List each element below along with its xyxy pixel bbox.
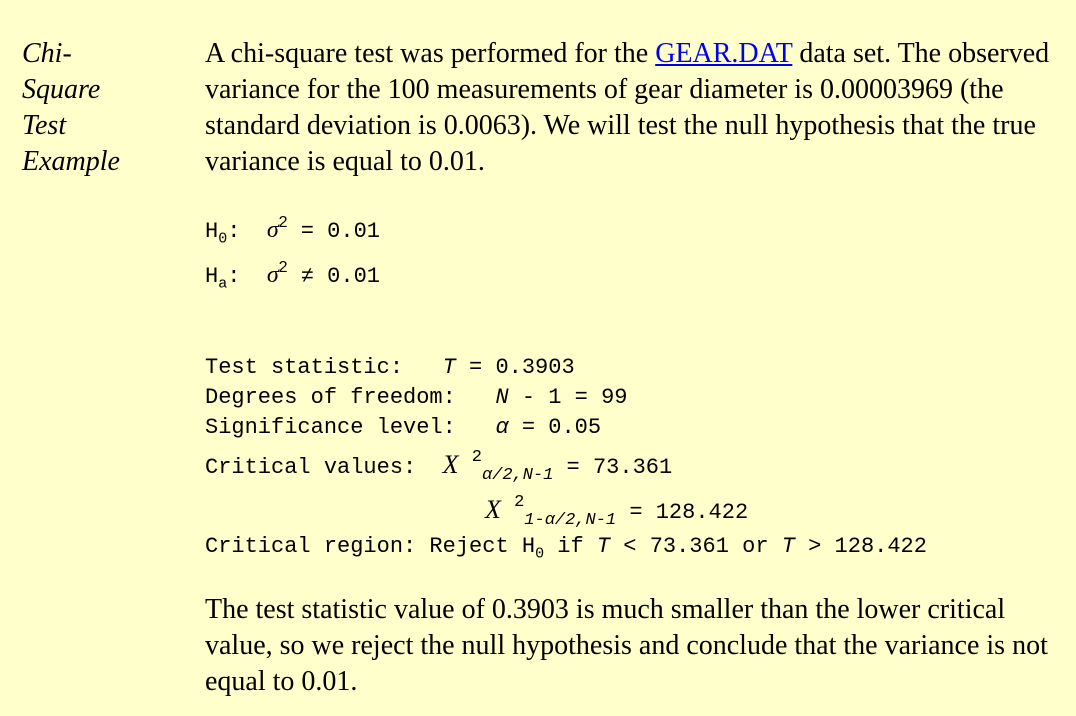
heading-line: Test: [22, 110, 67, 141]
degrees-of-freedom-row: Degrees of freedom: N - 1 = 99: [205, 385, 628, 410]
alternative-hypothesis: Ha: σ2 ≠ 0.01: [205, 259, 380, 293]
section-heading: Chi- Square Test Example: [22, 36, 120, 180]
test-statistic-row: Test statistic: T = 0.3903: [205, 355, 575, 380]
heading-line: Square: [22, 74, 101, 105]
null-hypothesis: H0: σ2 = 0.01: [205, 214, 380, 248]
conclusion-paragraph: The test statistic value of 0.3903 is mu…: [205, 594, 1048, 697]
critical-upper-row: X 21-α/2,N-1 = 128.422: [485, 493, 749, 530]
sigma-symbol: σ: [266, 262, 279, 288]
heading-line: Example: [22, 146, 120, 177]
intro-paragraph: A chi-square test was performed for the …: [205, 36, 1065, 180]
significance-level-row: Significance level: α = 0.05: [205, 415, 602, 440]
critical-region-row: Critical region: Reject H0 if T < 73.361…: [205, 534, 927, 563]
sigma-symbol: σ: [266, 217, 279, 243]
intro-text-before: A chi-square test was performed for the: [205, 38, 656, 69]
heading-line: Chi-: [22, 38, 72, 69]
gear-dat-link[interactable]: GEAR.DAT: [655, 38, 792, 69]
chi-symbol: X: [442, 450, 459, 479]
chi-symbol: X: [485, 495, 501, 524]
critical-lower-row: Critical values: X 2α/2,N-1 = 73.361: [205, 448, 673, 485]
